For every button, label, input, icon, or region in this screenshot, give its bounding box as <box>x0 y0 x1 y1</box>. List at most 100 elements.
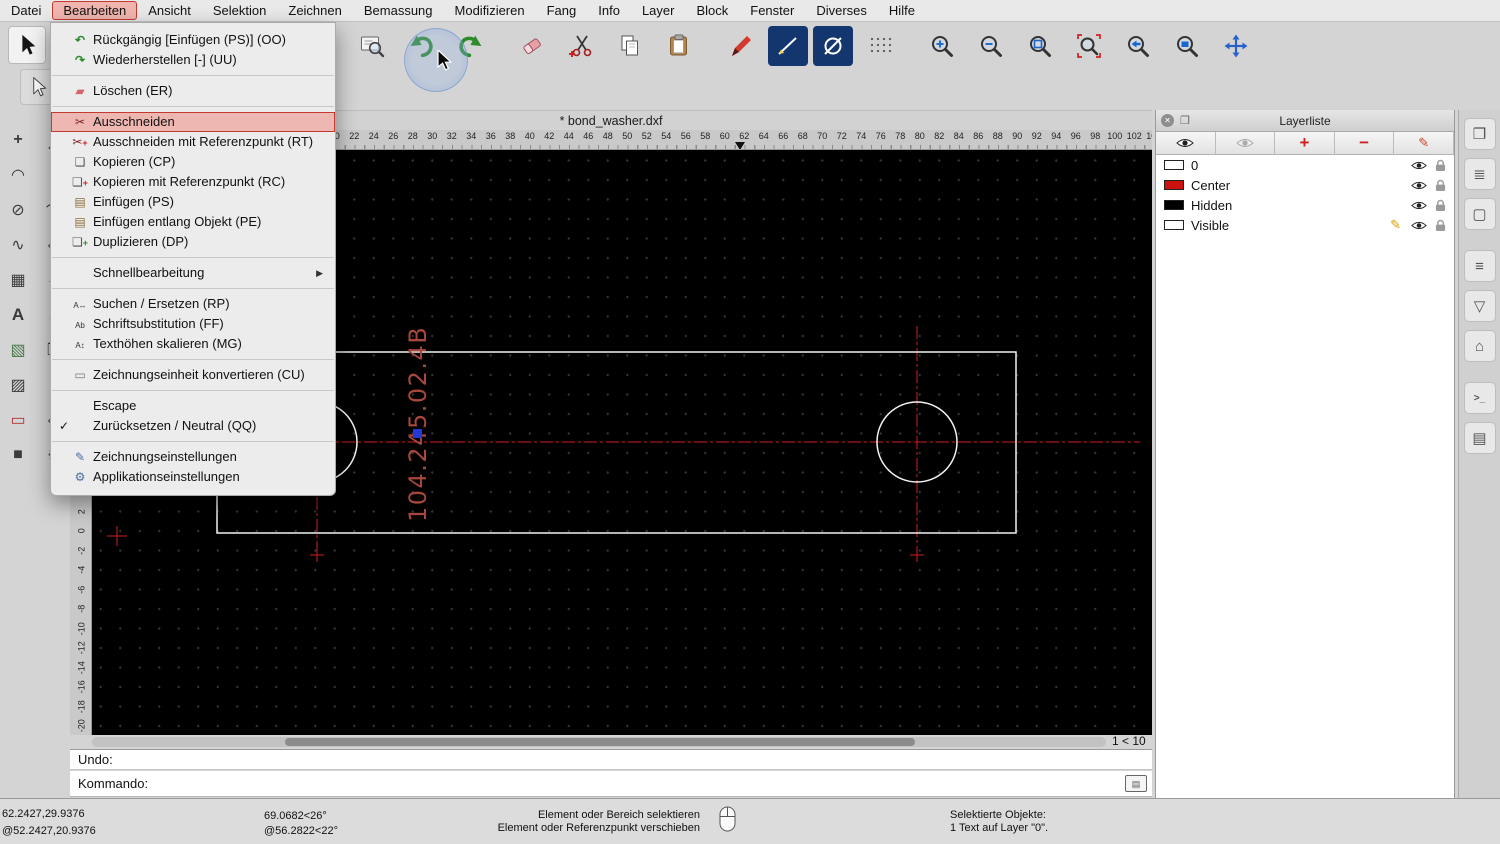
library-browser-panel-button[interactable] <box>1463 330 1496 362</box>
menubar-item[interactable]: Zeichnen <box>277 1 352 20</box>
layer-row[interactable]: Hidden✎ <box>1156 195 1454 215</box>
menubar-item[interactable]: Modifizieren <box>444 1 536 20</box>
ellipse-tools-button[interactable] <box>0 192 36 227</box>
menubar-item[interactable]: Info <box>587 1 631 20</box>
menubar-item[interactable]: Ansicht <box>137 1 202 20</box>
layer-visibility-eye-icon[interactable] <box>1411 220 1427 231</box>
zoom-in-button[interactable] <box>920 25 964 67</box>
edit-menu-item[interactable]: Schriftsubstitution (FF) <box>51 314 335 334</box>
edit-menu-item[interactable]: Zurücksetzen / Neutral (QQ) <box>51 416 335 436</box>
edit-pen-button[interactable] <box>719 25 763 67</box>
zoom-out-button[interactable] <box>969 25 1013 67</box>
edit-menu-item[interactable]: Kopieren mit Referenzpunkt (RC) <box>51 172 335 192</box>
selection-handle[interactable] <box>413 429 422 438</box>
menubar-item[interactable]: Bearbeiten <box>52 1 138 20</box>
horizontal-scrollbar[interactable] <box>92 737 1106 747</box>
menubar-item[interactable]: Layer <box>631 1 686 20</box>
edit-menu-item[interactable]: Wiederherstellen [-] (UU) <box>51 50 335 70</box>
hatch-pattern-tool-button[interactable] <box>0 367 36 402</box>
edit-menu-item[interactable]: Suchen / Ersetzen (RP) <box>51 294 335 314</box>
paste-button[interactable] <box>657 25 701 67</box>
cut-button[interactable] <box>559 25 603 67</box>
edit-menu-item[interactable]: Ausschneiden <box>51 112 335 132</box>
layer-lock-icon[interactable] <box>1435 219 1446 232</box>
delete-button[interactable] <box>510 25 554 67</box>
toggle-layer-visibility-button[interactable] <box>1156 132 1216 154</box>
menubar-item[interactable]: Bemassung <box>353 1 444 20</box>
layer-row[interactable]: 0✎ <box>1156 155 1454 175</box>
circle-tool-dark-button[interactable] <box>813 26 853 66</box>
detach-panel-icon[interactable]: ❐ <box>1180 114 1190 127</box>
pan-button[interactable] <box>1214 25 1258 67</box>
copy-button[interactable] <box>608 25 652 67</box>
edit-menu-item[interactable] <box>52 257 334 258</box>
print-preview-button[interactable] <box>350 25 394 67</box>
edit-menu-item[interactable]: Ausschneiden mit Referenzpunkt (RT) <box>51 132 335 152</box>
layer-lock-icon[interactable] <box>1435 179 1446 192</box>
layer-visibility-eye-icon[interactable] <box>1411 160 1427 171</box>
edit-menu-item[interactable] <box>52 75 334 76</box>
previous-view-button[interactable] <box>1116 25 1160 67</box>
edit-menu-item[interactable]: Löschen (ER) <box>51 81 335 101</box>
edit-menu-item[interactable]: Schnellbearbeitung <box>51 263 335 283</box>
edit-layer-button[interactable]: ✎ <box>1394 132 1454 154</box>
layer-visibility-eye-icon[interactable] <box>1411 180 1427 191</box>
layer-lock-icon[interactable] <box>1435 199 1446 212</box>
layer-lock-icon[interactable] <box>1435 159 1446 172</box>
command-line-panel-button[interactable] <box>1463 382 1496 414</box>
layer-list-panel-button[interactable] <box>1463 158 1496 190</box>
menubar-item[interactable]: Block <box>685 1 739 20</box>
selection-filter-panel-button[interactable] <box>1463 290 1496 322</box>
hatch-tools-button[interactable] <box>0 262 36 297</box>
edit-menu-item[interactable] <box>52 288 334 289</box>
layer-row[interactable]: Visible ✎ <box>1156 215 1454 235</box>
command-input[interactable] <box>154 775 1125 792</box>
image-tool-button[interactable] <box>0 332 36 367</box>
layer-visibility-eye-icon[interactable] <box>1411 200 1427 211</box>
edit-menu-item[interactable]: Rückgängig [Einfügen (PS)] (OO) <box>51 30 335 50</box>
menubar-item[interactable]: Hilfe <box>878 1 926 20</box>
menubar-item[interactable]: Diverses <box>805 1 878 20</box>
edit-menu-item[interactable]: Duplizieren (DP) <box>51 232 335 252</box>
toggle-all-layers-button[interactable] <box>1216 132 1276 154</box>
zoom-window-button[interactable] <box>1165 25 1209 67</box>
menubar-item[interactable]: Fenster <box>739 1 805 20</box>
text-tool-button[interactable] <box>0 297 36 332</box>
clipboard-panel-button[interactable] <box>1463 422 1496 454</box>
scrollbar-thumb[interactable] <box>285 738 915 746</box>
property-editor-panel-button[interactable] <box>1463 118 1496 150</box>
edit-menu-item[interactable] <box>52 106 334 107</box>
close-panel-icon[interactable]: ✕ <box>1161 114 1174 127</box>
menubar-item[interactable]: Datei <box>0 1 52 20</box>
view-list-panel-button[interactable] <box>1463 250 1496 282</box>
edit-menu-item[interactable]: Zeichnungseinstellungen <box>51 447 335 467</box>
edit-menu-item[interactable]: Einfügen (PS) <box>51 192 335 212</box>
edit-menu-item[interactable]: Zeichnungseinheit konvertieren (CU) <box>51 365 335 385</box>
part-number-text-entity[interactable]: 104.245.02.4B <box>404 326 432 522</box>
edit-menu-item[interactable] <box>52 359 334 360</box>
edit-menu-item[interactable]: Kopieren (CP) <box>51 152 335 172</box>
edit-menu-item[interactable]: Texthöhen skalieren (MG) <box>51 334 335 354</box>
auto-zoom-button[interactable] <box>1018 25 1062 67</box>
point-tools-button[interactable] <box>0 122 36 157</box>
edit-menu-item[interactable]: Applikationseinstellungen <box>51 467 335 487</box>
spline-tools-button[interactable] <box>0 227 36 262</box>
command-options-button[interactable]: ▤ <box>1125 775 1147 792</box>
layer-row[interactable]: Center✎ <box>1156 175 1454 195</box>
line-tool-dark-button[interactable] <box>768 26 808 66</box>
menubar-item[interactable]: Fang <box>536 1 588 20</box>
solid-tools-button[interactable] <box>0 437 36 472</box>
add-layer-button[interactable]: + <box>1275 132 1335 154</box>
block-list-panel-button[interactable] <box>1463 198 1496 230</box>
menubar-item[interactable]: Selektion <box>202 1 277 20</box>
zoom-selection-button[interactable] <box>1067 25 1111 67</box>
remove-layer-button[interactable]: − <box>1335 132 1395 154</box>
selection-tool-button[interactable] <box>8 26 46 64</box>
arc-tools-button[interactable] <box>0 157 36 192</box>
grid-toggle-button[interactable] <box>858 25 902 67</box>
edit-menu-item[interactable] <box>52 441 334 442</box>
edit-menu-item[interactable] <box>52 390 334 391</box>
edit-menu-item[interactable]: Einfügen entlang Objekt (PE) <box>51 212 335 232</box>
shape-tools-button[interactable] <box>0 402 36 437</box>
edit-menu-item[interactable]: Escape <box>51 396 335 416</box>
